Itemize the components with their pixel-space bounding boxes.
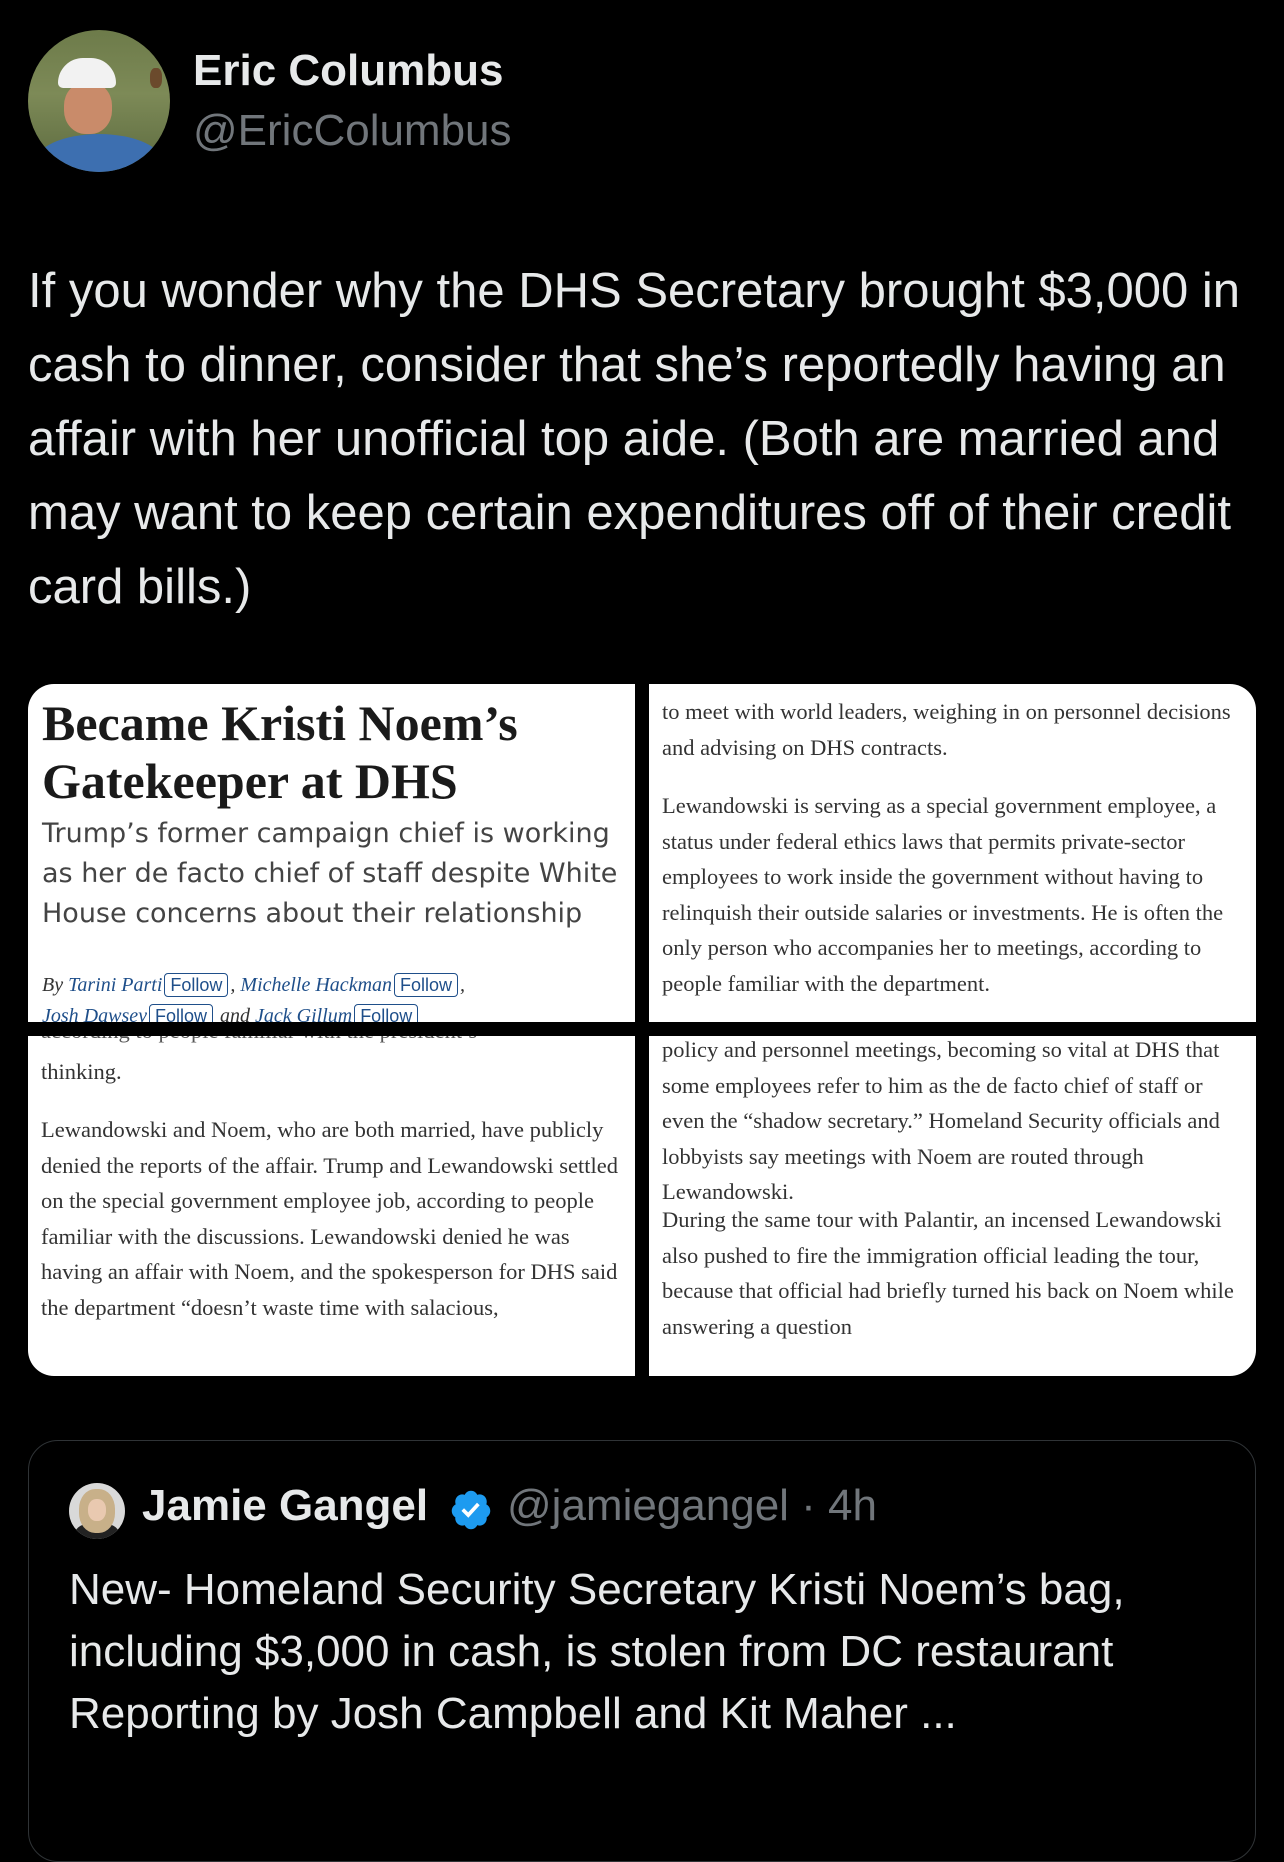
quoted-author-handle[interactable]: @jamiegangel · 4h: [507, 1481, 877, 1531]
author-name[interactable]: Eric Columbus: [193, 46, 504, 96]
quoted-tweet-text: New- Homeland Security Secretary Kristi …: [69, 1565, 1125, 1738]
quoted-tweet[interactable]: Jamie Gangel @jamiegangel · 4h New- Home…: [28, 1440, 1256, 1862]
author-link: Jack Gillum: [255, 1005, 353, 1022]
author-avatar[interactable]: [28, 30, 170, 172]
author-handle[interactable]: @EricColumbus: [193, 106, 512, 156]
media-panel-2[interactable]: to meet with world leaders, weighing in …: [649, 684, 1256, 1022]
article-byline: By Tarini Parti Follow, Michelle Hackman F…: [42, 970, 632, 1022]
tweet-media[interactable]: Became Kristi Noem’s Gatekeeper at DHS T…: [28, 684, 1256, 1376]
article-paragraph: Lewandowski is serving as a special gove…: [662, 793, 1224, 996]
follow-button: Follow: [148, 1004, 213, 1022]
article-paragraph: Lewandowski and Noem, who are both marri…: [41, 1117, 618, 1320]
author-link: Josh Dawsey: [42, 1005, 147, 1022]
media-panel-4[interactable]: policy and personnel meetings, becoming …: [649, 1036, 1256, 1376]
media-divider: [635, 684, 649, 1376]
article-headline: Became Kristi Noem’s Gatekeeper at DHS: [42, 695, 518, 809]
tweet-text: If you wonder why the DHS Secretary brou…: [28, 264, 1241, 614]
follow-button: Follow: [394, 973, 459, 997]
article-dek: Trump’s former campaign chief is working…: [42, 818, 618, 929]
article-paragraph: policy and personnel meetings, becoming …: [662, 1037, 1220, 1204]
article-paragraph: During the same tour with Palantir, an i…: [662, 1207, 1234, 1339]
media-panel-3[interactable]: according to people familiar with the pr…: [28, 1036, 635, 1376]
quoted-author-avatar[interactable]: [69, 1483, 125, 1539]
author-link: Michelle Hackman: [240, 974, 393, 996]
follow-button: Follow: [354, 1004, 419, 1022]
media-panel-1[interactable]: Became Kristi Noem’s Gatekeeper at DHS T…: [28, 684, 635, 1022]
article-paragraph: thinking.: [41, 1059, 122, 1084]
article-paragraph: to meet with world leaders, weighing in …: [662, 699, 1231, 760]
follow-button: Follow: [164, 973, 229, 997]
author-link: Tarini Parti: [68, 974, 163, 996]
verified-badge-icon: [451, 1490, 491, 1530]
article-cut-line: according to people familiar with the pr…: [41, 1036, 477, 1044]
quoted-author-name[interactable]: Jamie Gangel: [142, 1481, 428, 1531]
